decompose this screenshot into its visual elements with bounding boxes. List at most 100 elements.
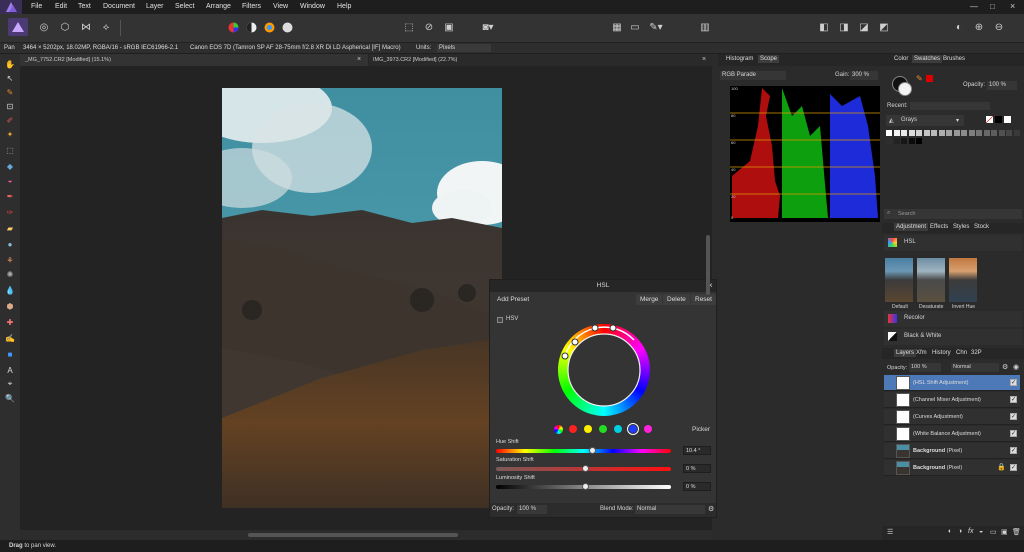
gray-swatch[interactable]	[923, 130, 930, 136]
view-mode-icon[interactable]: ⊖	[990, 18, 1008, 36]
color-picker-tool-icon[interactable]: ✎	[3, 86, 17, 98]
menu-document[interactable]: Document	[103, 3, 135, 10]
white-balance-icon[interactable]	[260, 18, 278, 36]
live-filter-icon[interactable]: ◒	[979, 528, 983, 535]
hue-range-handle[interactable]	[591, 324, 599, 332]
group-icon[interactable]: ▭	[990, 528, 997, 536]
tab-adjustment[interactable]: Adjustment	[894, 223, 929, 231]
flood-select-icon[interactable]: ✦	[3, 128, 17, 140]
layer-row-curves[interactable]: (Curves Adjustment) ✓	[884, 409, 1020, 425]
scope-mode-dropdown[interactable]: RGB Parade	[720, 71, 786, 80]
gray-swatch[interactable]	[901, 130, 907, 136]
gray-swatch[interactable]	[893, 130, 900, 136]
tab-effects[interactable]: Effects	[930, 224, 948, 230]
develop-persona-icon[interactable]: ⬡	[56, 18, 74, 36]
gray-swatch[interactable]	[946, 130, 952, 136]
rectangle-tool-icon[interactable]: ■	[3, 348, 17, 360]
hue-shift-handle[interactable]	[589, 447, 596, 454]
fx-icon[interactable]: fx	[968, 528, 973, 535]
export-persona-icon[interactable]: ⟡	[97, 18, 115, 36]
picker-button[interactable]: Picker	[692, 426, 710, 433]
tab-brushes[interactable]: Brushes	[943, 56, 965, 62]
scroll-thumb[interactable]	[248, 533, 458, 537]
gray-swatch[interactable]	[1013, 130, 1020, 136]
grid-icon[interactable]: ▦	[608, 18, 626, 36]
gray-swatch[interactable]	[916, 130, 922, 136]
layer-visibility-icon[interactable]: ◉	[1013, 363, 1019, 371]
menu-edit[interactable]: Edit	[55, 3, 67, 10]
layer-visible-checkbox[interactable]: ✓	[1010, 379, 1017, 386]
swatch-opacity-field[interactable]: 100 %	[987, 81, 1017, 90]
preset-thumbnail-default[interactable]	[885, 258, 913, 302]
adjustment-search[interactable]: ⌕ Search	[884, 209, 1022, 219]
saturation-shift-field[interactable]: 0 %	[683, 464, 711, 473]
sponge-tool-icon[interactable]: ⬢	[3, 300, 17, 312]
menu-arrange[interactable]: Arrange	[206, 3, 231, 10]
flood-fill-icon[interactable]: ◆	[3, 160, 17, 172]
affinity-photo-logo-icon[interactable]	[0, 0, 22, 14]
gray-swatch[interactable]	[953, 130, 960, 136]
gray-swatch[interactable]	[1006, 130, 1012, 136]
selection-brush-icon[interactable]: ✐	[3, 114, 17, 126]
menu-layer[interactable]: Layer	[146, 3, 164, 10]
layer-visible-checkbox[interactable]: ✓	[1010, 430, 1017, 437]
selection-marquee-icon[interactable]: ⬚	[400, 18, 418, 36]
hue-range-handle[interactable]	[571, 338, 579, 346]
snapping-icon[interactable]: ⊕	[970, 18, 988, 36]
layer-opacity-field[interactable]: 100 %	[909, 363, 941, 372]
tab-history[interactable]: History	[932, 350, 951, 356]
hue-range-handle[interactable]	[609, 324, 617, 332]
black-white-adjustment-item[interactable]: Black & White	[884, 329, 1022, 345]
hsv-checkbox[interactable]	[497, 317, 503, 323]
marquee-tool-icon[interactable]: ⬚	[3, 144, 17, 156]
blend-mode-dropdown[interactable]: Normal	[635, 505, 705, 514]
gray-swatch[interactable]	[938, 130, 945, 136]
blemish-tool-icon[interactable]: ✺	[3, 268, 17, 280]
tab-stock[interactable]: Stock	[974, 224, 989, 230]
align-icon[interactable]: ◧	[815, 18, 833, 36]
color-range-dot[interactable]	[569, 425, 577, 433]
mask-icon[interactable]: ◐	[948, 528, 952, 535]
gray-swatch[interactable]	[908, 138, 915, 144]
tab-color[interactable]: Color	[894, 56, 908, 62]
layer-visible-checkbox[interactable]: ✓	[1010, 413, 1017, 420]
saturation-shift-handle[interactable]	[582, 465, 589, 472]
gray-swatch[interactable]	[961, 130, 967, 136]
adjustment-icon[interactable]: ◑	[958, 528, 962, 535]
liquify-persona-icon[interactable]: ◎	[35, 18, 53, 36]
crop-tool-icon[interactable]: ⊡	[3, 100, 17, 112]
lock-icon[interactable]: 🔒	[997, 463, 1006, 471]
layer-row-hsl[interactable]: (HSL Shift Adjustment) ✓	[884, 375, 1020, 391]
hsl-icon[interactable]	[278, 18, 296, 36]
menu-filters[interactable]: Filters	[242, 3, 261, 10]
merge-button[interactable]: Merge	[636, 294, 663, 305]
layer-row-white-balance[interactable]: (White Balance Adjustment) ✓	[884, 426, 1020, 442]
color-range-dot[interactable]	[599, 425, 607, 433]
tab-scope[interactable]: Scope	[758, 55, 780, 63]
gain-field[interactable]: 300 %	[850, 71, 878, 80]
tab-swatches[interactable]: Swatches	[912, 55, 943, 63]
gradient-tool-icon[interactable]: ◒	[3, 174, 17, 186]
tab-channels[interactable]: Chn	[956, 350, 967, 356]
grays-swatch-grid[interactable]	[886, 130, 1022, 150]
hsl-adjustment-item[interactable]: HSL	[884, 235, 1022, 251]
no-color-icon[interactable]	[926, 75, 933, 82]
tab-transform[interactable]: Xfm	[916, 350, 927, 356]
hand-tool-icon[interactable]: ✋	[3, 58, 17, 70]
menu-window[interactable]: Window	[300, 3, 325, 10]
gray-swatch[interactable]	[901, 138, 907, 144]
gray-swatch[interactable]	[916, 138, 922, 144]
gray-swatch[interactable]	[998, 130, 1005, 136]
master-color-icon[interactable]	[554, 425, 563, 434]
tab-mg-7752[interactable]: _MG_7752.CR2 [Modified] (15.1%) ×	[20, 54, 368, 66]
vertical-scroll-thumb[interactable]	[706, 235, 710, 295]
transform-icon[interactable]: ◩	[875, 18, 893, 36]
menu-view[interactable]: View	[273, 3, 288, 10]
secondary-color-well[interactable]	[898, 82, 912, 96]
gray-swatch[interactable]	[931, 130, 937, 136]
tab-layers[interactable]: Layers	[894, 349, 917, 357]
units-dropdown[interactable]: Pixels	[437, 44, 491, 52]
hue-range-handle[interactable]	[561, 352, 569, 360]
color-range-dot[interactable]	[627, 423, 639, 435]
color-range-dot[interactable]	[584, 425, 592, 433]
